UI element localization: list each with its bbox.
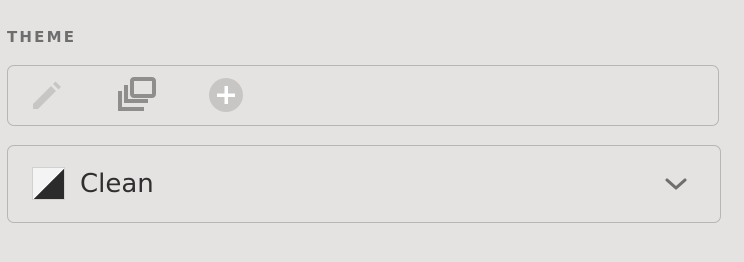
duplicate-icon [118, 77, 156, 111]
edit-theme-button[interactable] [16, 66, 76, 124]
theme-swatch [33, 168, 64, 199]
pencil-icon [33, 81, 61, 109]
add-theme-button[interactable] [196, 66, 256, 124]
chevron-down-icon [665, 178, 687, 190]
theme-select-value: Clean [80, 169, 154, 199]
theme-select[interactable]: Clean [7, 145, 721, 223]
theme-panel: THEME Clean [0, 0, 744, 262]
duplicate-theme-button[interactable] [106, 66, 166, 124]
theme-section-label: THEME [7, 28, 77, 46]
theme-toolbar [7, 65, 719, 126]
plus-circle-icon [209, 78, 243, 112]
